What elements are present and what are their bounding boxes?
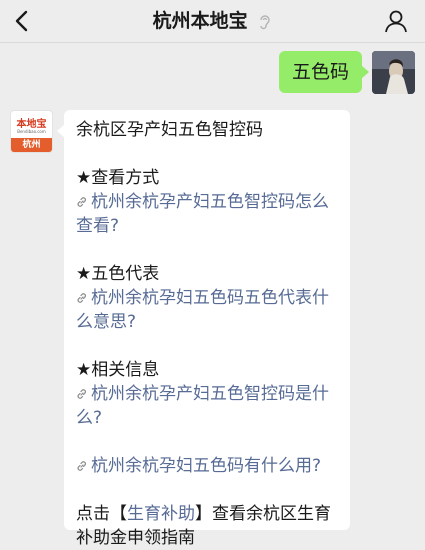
chat-title: 杭州本地宝 [152,10,248,32]
user-avatar[interactable] [372,51,415,94]
footer-line-1: 点击【生育补助】查看余杭区生育 [76,504,331,524]
top-bar: 杭州本地宝 [0,0,425,43]
link-usage[interactable]: 杭州余杭孕妇五色码有什么用? [76,454,340,478]
message-heading: 余杭区孕产妇五色智控码 [76,120,263,140]
link-view-method-cont[interactable]: 查看? [76,214,340,238]
link-birth-subsidy[interactable]: 生育补助 [127,504,195,524]
link-icon [77,389,86,399]
user-message-text: 五色码 [291,61,349,83]
bot-avatar[interactable]: 本地宝 Bendibao.com 杭州 [10,110,53,153]
link-icon [77,461,86,471]
user-avatar-image [372,51,415,94]
section-title-related: ★相关信息 [76,360,160,380]
footer-line-2: 补助金申领指南 [76,528,195,548]
section-title-colors: ★五色代表 [76,264,160,284]
profile-icon[interactable] [383,8,409,34]
ear-icon [260,14,271,29]
user-message-bubble[interactable]: 五色码 [278,51,370,93]
chat-title-area: 杭州本地宝 [0,8,425,34]
link-icon [77,197,86,207]
logo-text: 本地宝 [16,119,47,130]
bot-message-bubble: 余杭区孕产妇五色智控码 ★查看方式 杭州余杭孕产妇五色智控码怎么 查看? ★五色… [57,110,350,548]
logo-subtext: Bendibao.com [17,129,46,134]
logo-city: 杭州 [11,138,52,152]
section-title-view: ★查看方式 [76,168,160,188]
link-what-is-cont[interactable]: 么? [76,406,340,430]
link-view-method[interactable]: 杭州余杭孕产妇五色智控码怎么 [76,190,340,214]
link-icon [77,293,86,303]
link-what-is[interactable]: 杭州余杭孕产妇五色智控码是什 [76,382,340,406]
link-color-meaning[interactable]: 杭州余杭孕妇五色码五色代表什 [76,286,340,310]
link-color-meaning-cont[interactable]: 么意思? [76,310,340,334]
